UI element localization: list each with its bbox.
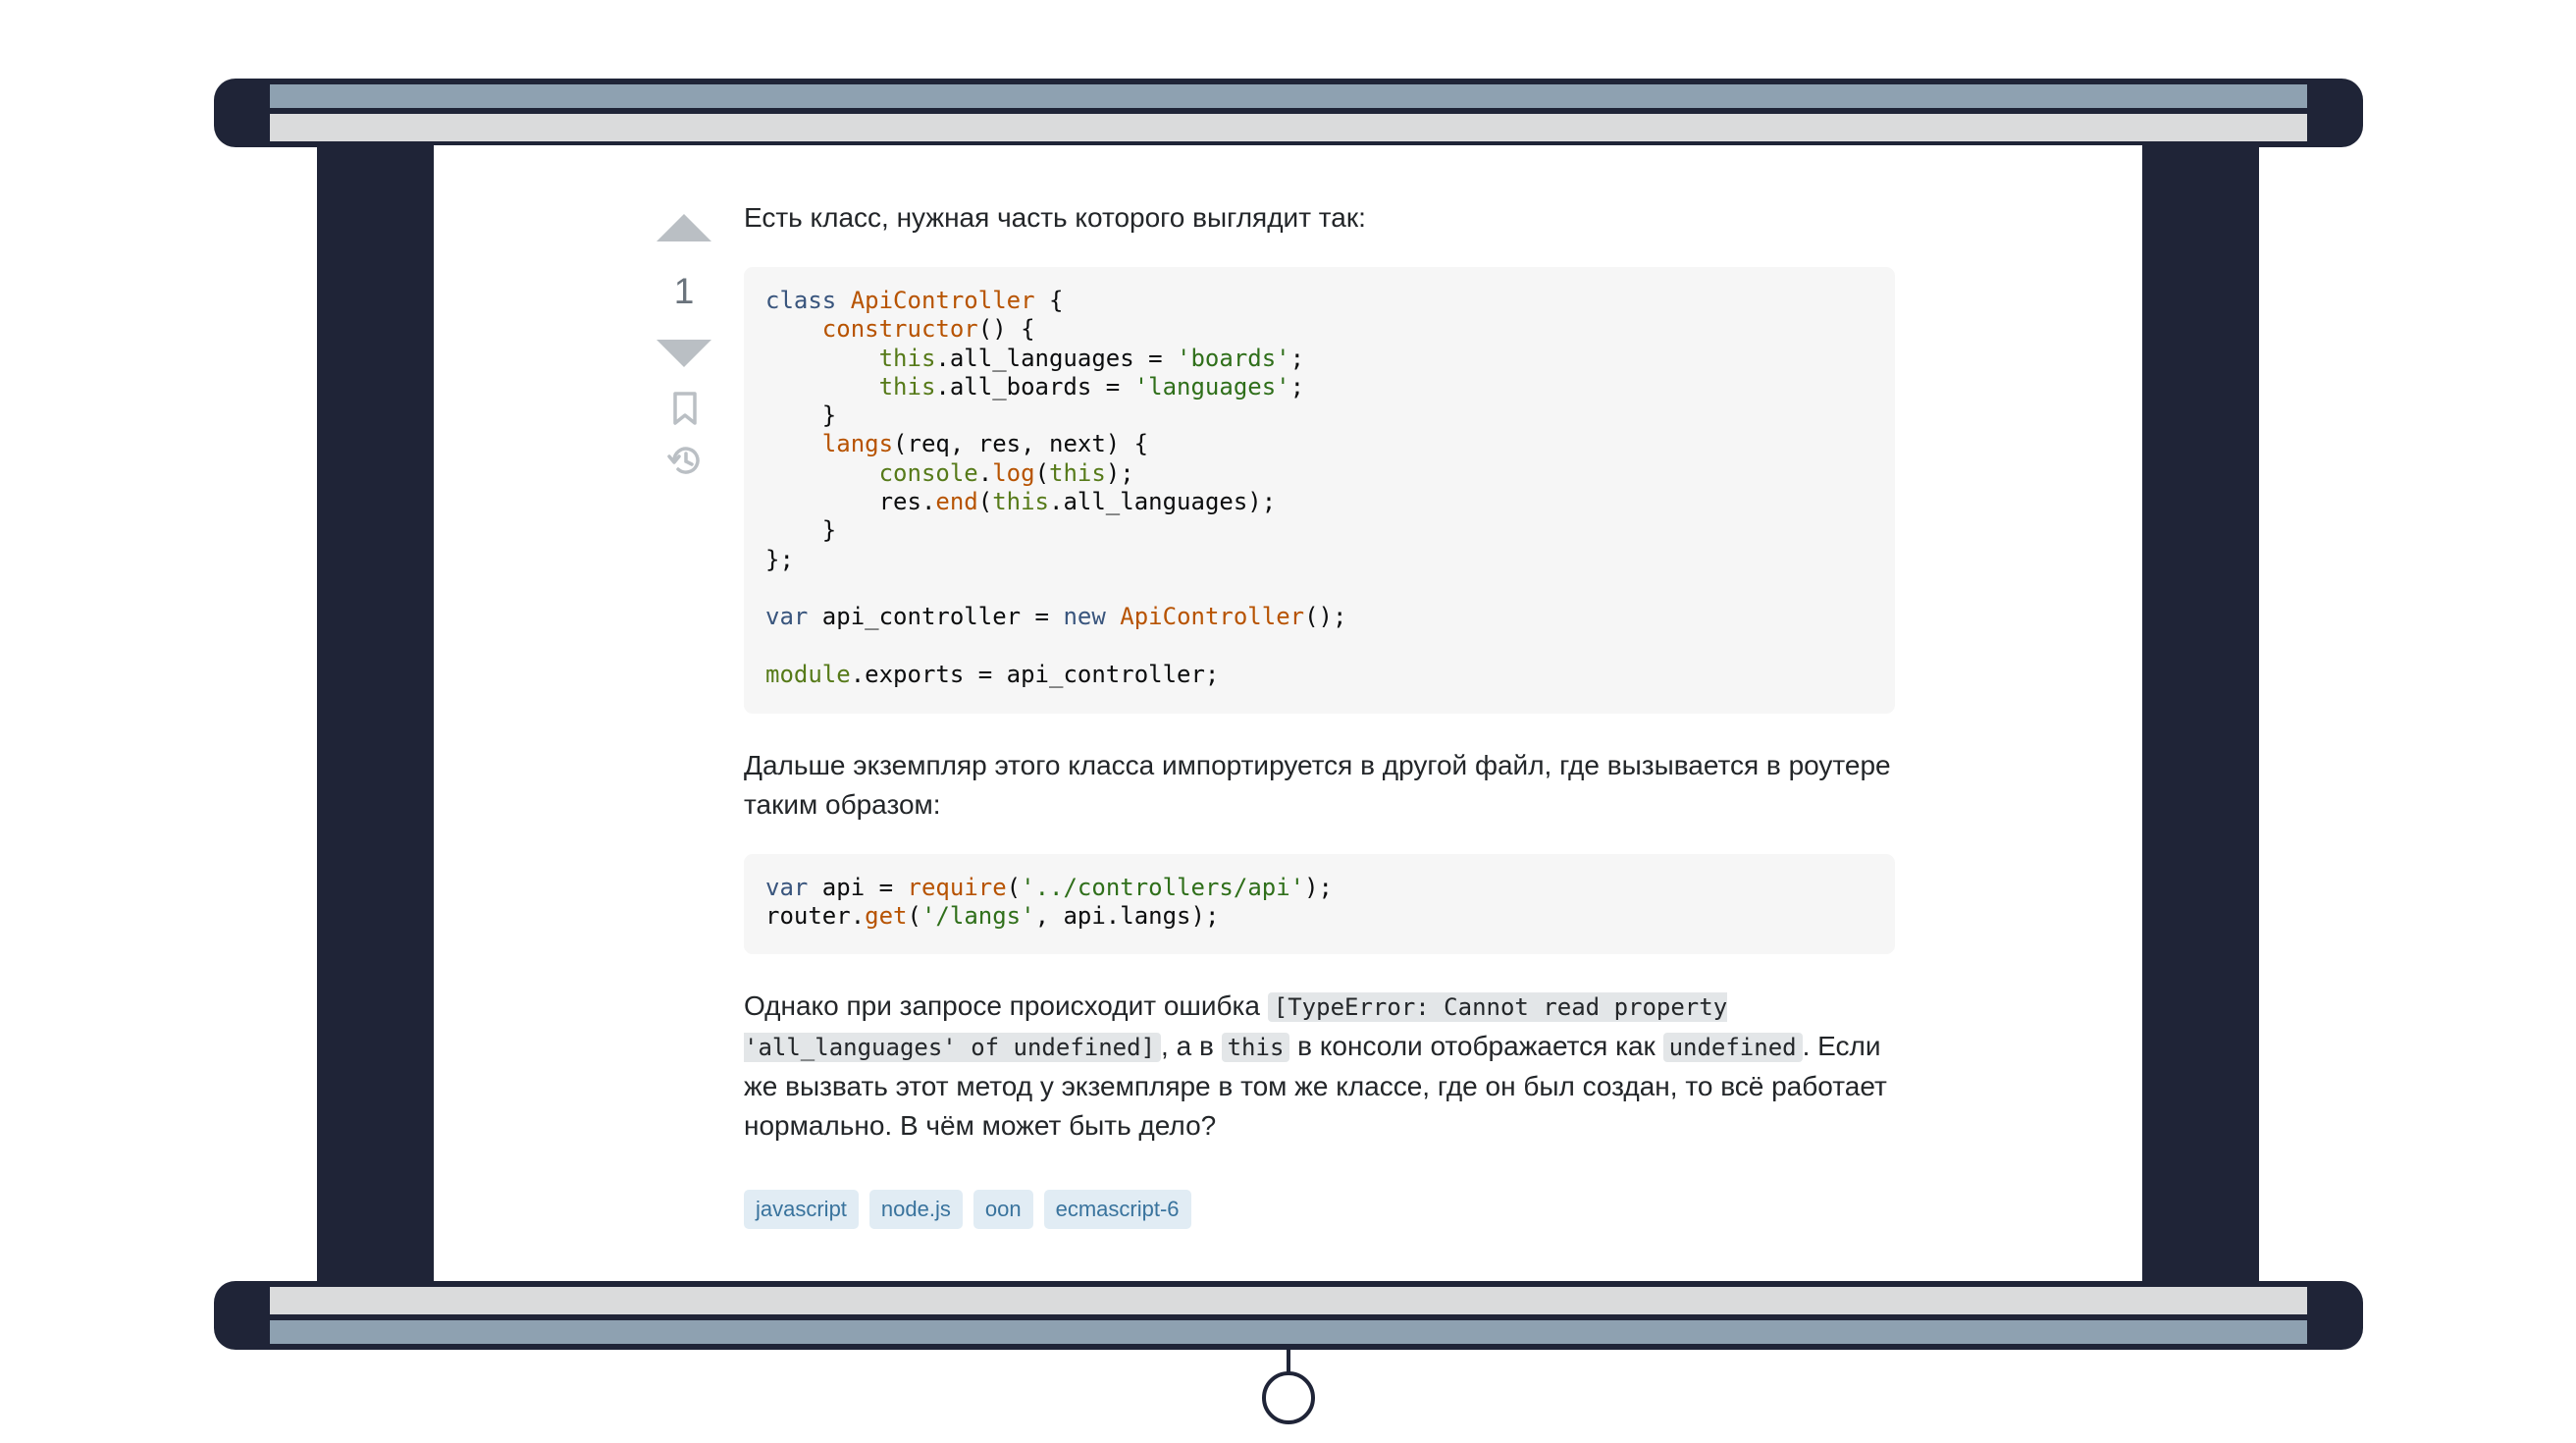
tag-javascript[interactable]: javascript [744, 1190, 859, 1229]
pull-ring[interactable] [1262, 1371, 1315, 1424]
error-text-mid: в консоли отображается как [1289, 1031, 1663, 1061]
screen-right-border [2142, 145, 2259, 1284]
undefined-code: undefined [1662, 1033, 1803, 1062]
roller-stripe [270, 114, 2307, 141]
bookmark-icon[interactable] [670, 391, 700, 426]
downvote-button[interactable] [657, 340, 711, 367]
vote-count: 1 [673, 271, 695, 311]
error-text-mid: , а в [1161, 1031, 1222, 1061]
code-block: class ApiController { constructor() { th… [744, 267, 1895, 714]
post-intro-text: Есть класс, нужная часть которого выгляд… [744, 202, 1366, 233]
error-text-before: Однако при запросе происходит ошибка [744, 990, 1268, 1021]
screen-bottom-roller [214, 1281, 2363, 1350]
screen-left-border [317, 145, 434, 1284]
post-error-text: Однако при запросе происходит ошибка [Ty… [744, 987, 1902, 1146]
post-middle-text: Дальше экземпляр этого класса импортируе… [744, 750, 1891, 820]
screen-top-roller [214, 79, 2363, 147]
tag-oon[interactable]: oon [973, 1190, 1033, 1229]
roller-stripe [270, 1287, 2307, 1314]
roller-stripe [270, 1320, 2307, 1344]
upvote-button[interactable] [657, 214, 711, 241]
tag-list: javascript node.js oon ecmascript-6 [744, 1190, 1191, 1229]
history-icon[interactable] [666, 442, 704, 479]
this-code: this [1221, 1033, 1290, 1062]
code-block: var api = require('../controllers/api');… [744, 854, 1895, 954]
tag-ecmascript-6[interactable]: ecmascript-6 [1043, 1190, 1191, 1229]
roller-stripe [270, 84, 2307, 108]
tag-nodejs[interactable]: node.js [868, 1190, 963, 1229]
